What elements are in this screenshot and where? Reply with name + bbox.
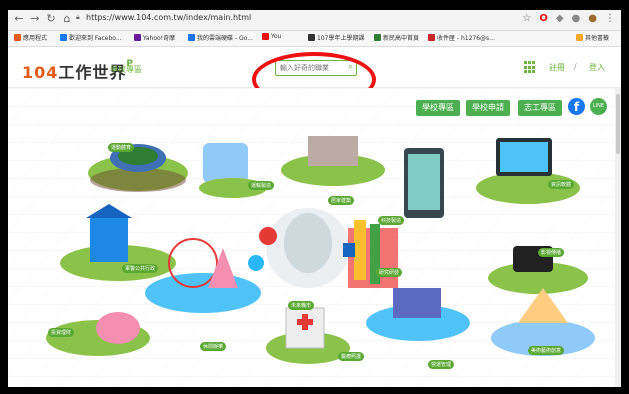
site-header: 104工作世界P 學校專區 ⌕ 註冊 / 登入: [8, 47, 621, 107]
extension2-icon[interactable]: ●: [572, 12, 581, 26]
search-input[interactable]: [278, 61, 342, 75]
extension-icon[interactable]: ◆: [556, 12, 564, 26]
category-operations[interactable]: 營運管理: [428, 360, 455, 369]
bookmark-youtube[interactable]: You: [262, 33, 281, 40]
bookmark-school[interactable]: 新民高中首頁: [374, 33, 419, 42]
bookmark-facebook[interactable]: 歡迎來到 Facebo...: [60, 33, 122, 42]
career-map: 學校專區 學校申請 志工專區 f LINE 運動體育 運輸製造 居家建築 科技製…: [8, 88, 621, 387]
school-zone-link[interactable]: 學校專區: [110, 64, 142, 75]
address-bar: ← → ↻ ⌂ 🔒︎ https://www.104.com.tw/index/…: [8, 10, 621, 31]
school-zone-button[interactable]: 學校專區: [416, 100, 460, 116]
category-arts-design[interactable]: 美術藝術創意: [528, 346, 565, 355]
opera-icon[interactable]: O: [539, 12, 548, 26]
scrollbar[interactable]: [615, 88, 621, 387]
home-icon[interactable]: ⌂: [60, 12, 74, 26]
category-home-architecture[interactable]: 居家建築: [328, 196, 355, 205]
bookmark-inbox[interactable]: 收件匣 - h1276@s...: [428, 33, 495, 42]
category-investment[interactable]: 投資理財: [48, 328, 75, 337]
category-police-public-admin[interactable]: 軍警公共行政: [122, 264, 159, 273]
volunteer-zone-button[interactable]: 志工專區: [518, 100, 562, 116]
category-healthcare[interactable]: 醫療照護: [338, 352, 365, 361]
back-icon[interactable]: ←: [12, 12, 26, 26]
category-media[interactable]: 影視傳播: [538, 248, 565, 257]
facebook-icon[interactable]: f: [568, 98, 585, 115]
apps-grid-icon[interactable]: [524, 61, 537, 74]
reload-icon[interactable]: ↻: [44, 12, 58, 26]
map-illustration: [8, 88, 621, 387]
avatar[interactable]: ●: [588, 12, 597, 26]
star-icon[interactable]: ☆: [522, 12, 531, 26]
register-link[interactable]: 註冊: [549, 62, 565, 73]
url-text[interactable]: https://www.104.com.tw/index/main.html: [86, 13, 251, 22]
separator: /: [574, 62, 577, 71]
browser-window: ← → ↻ ⌂ 🔒︎ https://www.104.com.tw/index/…: [8, 10, 621, 387]
login-link[interactable]: 登入: [589, 62, 605, 73]
category-it-software[interactable]: 資訊軟體: [548, 180, 575, 189]
bookmark-course[interactable]: 107學年上學期課: [308, 33, 364, 42]
bookmarks-bar: 應用程式 歡迎來到 Facebo... Yahoo!奇摩 我的雲端硬碟 - Go…: [8, 31, 621, 47]
scrollbar-thumb[interactable]: [616, 94, 620, 154]
category-future-careers[interactable]: 未來職市: [288, 301, 315, 310]
category-research[interactable]: 研究研發: [376, 268, 403, 277]
line-icon[interactable]: LINE: [590, 98, 607, 115]
search-icon[interactable]: ⌕: [348, 62, 353, 72]
menu-icon[interactable]: ⋮: [605, 12, 615, 26]
search-box[interactable]: ⌕: [275, 60, 357, 76]
forward-icon[interactable]: →: [28, 12, 42, 26]
school-apply-button[interactable]: 學校申請: [466, 100, 510, 116]
bookmark-drive[interactable]: 我的雲端硬碟 - Go...: [188, 33, 253, 42]
bookmark-yahoo[interactable]: Yahoo!奇摩: [134, 33, 175, 42]
category-leisure[interactable]: 休閒娛樂: [200, 342, 227, 351]
category-sports[interactable]: 運動體育: [108, 143, 135, 152]
lock-icon: 🔒︎: [76, 13, 80, 21]
category-transport-manufacturing[interactable]: 運輸製造: [248, 181, 275, 190]
bookmark-other[interactable]: 其他書籤: [576, 33, 609, 42]
bookmark-apps[interactable]: 應用程式: [14, 33, 47, 42]
category-tech-manufacturing[interactable]: 科技製造: [378, 216, 405, 225]
